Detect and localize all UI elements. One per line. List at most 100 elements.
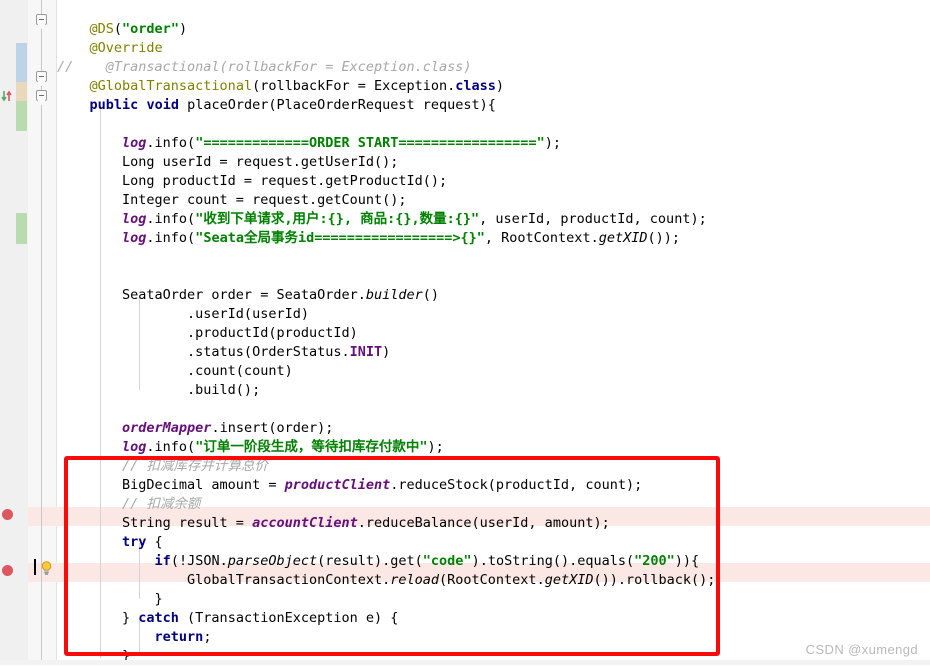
bottom-strip [0, 660, 930, 665]
code-line[interactable]: log.info("收到下单请求,用户:{}, 商品:{},数量:{}", us… [57, 210, 707, 229]
code-token: } [57, 591, 163, 607]
code-token: // 扣减余额 [57, 496, 201, 512]
code-token: getXID [544, 572, 594, 588]
code-token: (result).get( [317, 553, 423, 569]
code-token: // 扣减库存并计算总价 [57, 458, 268, 474]
code-line[interactable]: return; [57, 628, 212, 647]
code-token: "Seata全局事务id=================>{}" [195, 230, 485, 246]
code-token: parseObject [227, 553, 318, 569]
code-line[interactable]: BigDecimal amount = productClient.reduce… [57, 476, 642, 495]
code-token: builder [365, 287, 423, 303]
code-token: (TransactionException e) { [178, 610, 399, 626]
code-token: , RootContext. [484, 230, 599, 246]
code-line[interactable]: .userId(userId) [57, 305, 309, 324]
code-token: @Override [89, 40, 163, 56]
fold-marker-ds-annotation[interactable] [36, 14, 47, 25]
code-line[interactable]: } [57, 590, 163, 609]
code-token: () [422, 287, 440, 303]
code-line[interactable]: @Override [57, 39, 163, 58]
code-token: ); [544, 135, 561, 151]
code-token: .productId(productId) [57, 325, 358, 341]
code-line[interactable]: .productId(productId) [57, 324, 358, 343]
code-line[interactable]: log.info("订单一阶段生成，等待扣库存付款中"); [57, 438, 444, 457]
code-token: ; [203, 629, 212, 645]
code-token: (rollbackFor = Exception. [252, 78, 456, 94]
code-token: { [146, 534, 163, 550]
code-line[interactable]: // @Transactional(rollbackFor = Exceptio… [57, 58, 472, 77]
fold-marker-method-body[interactable] [36, 90, 47, 101]
intention-bulb-icon[interactable] [40, 560, 53, 575]
code-token: ()).rollback(); [593, 572, 716, 588]
code-token: log [122, 439, 147, 455]
code-token: BigDecimal amount = [57, 477, 285, 493]
code-token: .reduceStock(productId, count); [390, 477, 643, 493]
code-line[interactable]: } catch (TransactionException e) { [57, 609, 398, 628]
code-token: orderMapper [122, 420, 212, 436]
code-token: Long userId = request.getUserId(); [57, 154, 399, 170]
code-token: "订单一阶段生成，等待扣库存付款中" [195, 439, 428, 455]
added-stripe-green-2[interactable] [16, 213, 27, 244]
code-token: .userId(userId) [57, 306, 309, 322]
code-line[interactable]: log.info("Seata全局事务id=================>{… [57, 229, 680, 248]
code-line[interactable]: @GlobalTransactional(rollbackFor = Excep… [57, 77, 505, 96]
code-line[interactable]: .status(OrderStatus.INIT) [57, 343, 390, 362]
modified-stripe-tan[interactable] [16, 82, 27, 101]
code-line[interactable]: Long productId = request.getProductId(); [57, 172, 447, 191]
code-line[interactable]: if(!JSON.parseObject(result).get("code")… [57, 552, 700, 571]
code-line[interactable]: String result = accountClient.reduceBala… [57, 514, 610, 533]
added-stripe-green-1[interactable] [16, 101, 27, 131]
breakpoint-reduce-balance[interactable] [2, 509, 13, 520]
code-line[interactable]: Long userId = request.getUserId(); [57, 153, 398, 172]
code-token: ).toString().equals( [471, 553, 635, 569]
code-line[interactable]: SeataOrder order = SeataOrder.builder() [57, 286, 439, 305]
code-line[interactable]: GlobalTransactionContext.reload(RootCont… [57, 571, 715, 590]
code-token: catch [138, 610, 179, 626]
code-token: .reduceBalance(userId, amount); [357, 515, 610, 531]
code-line[interactable]: try { [57, 533, 163, 552]
code-token: Long productId = request.getProductId(); [57, 173, 448, 189]
code-line[interactable]: orderMapper.insert(order); [57, 419, 333, 438]
code-token: ) [382, 344, 391, 360]
code-line[interactable]: log.info("=============ORDER START======… [57, 134, 561, 153]
code-token: SeataOrder order = SeataOrder. [57, 287, 366, 303]
code-token: GlobalTransactionContext. [57, 572, 391, 588]
code-editor[interactable]: @DS("order") @Override // @Transactional(… [0, 0, 930, 665]
fold-marker-global-txn[interactable] [36, 71, 47, 82]
code-token: .count(count) [57, 363, 293, 379]
code-token: // @Transactional(rollbackFor = Exceptio… [57, 59, 472, 75]
code-token: )){ [674, 553, 700, 569]
code-line[interactable]: Integer count = request.getCount(); [57, 191, 406, 210]
code-token: (RootContext. [439, 572, 545, 588]
code-line[interactable]: @DS("order") [57, 20, 188, 39]
code-line[interactable]: // 扣减库存并计算总价 [57, 457, 268, 476]
code-token: (!JSON. [170, 553, 228, 569]
code-line[interactable]: .build(); [57, 381, 260, 400]
code-token: try [122, 534, 147, 550]
code-token: class [455, 78, 496, 94]
code-token: .info( [146, 230, 196, 246]
code-line[interactable]: // 扣减余额 [57, 495, 200, 514]
code-token: .build(); [57, 382, 261, 398]
implementing-method-icon[interactable] [1, 88, 14, 102]
code-token: productClient [284, 477, 391, 493]
code-token: String result = [57, 515, 253, 531]
code-token: "code" [422, 553, 472, 569]
text-caret [34, 559, 36, 575]
code-line[interactable]: public void placeOrder(PlaceOrderRequest… [57, 96, 496, 115]
modified-stripe-blue[interactable] [16, 43, 27, 82]
breakpoint-rollback[interactable] [2, 565, 13, 576]
code-token: .info( [146, 135, 196, 151]
code-token: .info( [146, 439, 196, 455]
code-token: return [154, 629, 204, 645]
code-token: @GlobalTransactional [89, 78, 253, 94]
code-token: log [122, 135, 147, 151]
code-line[interactable]: .count(count) [57, 362, 293, 381]
code-token: public [89, 97, 139, 113]
code-token: if [154, 553, 171, 569]
